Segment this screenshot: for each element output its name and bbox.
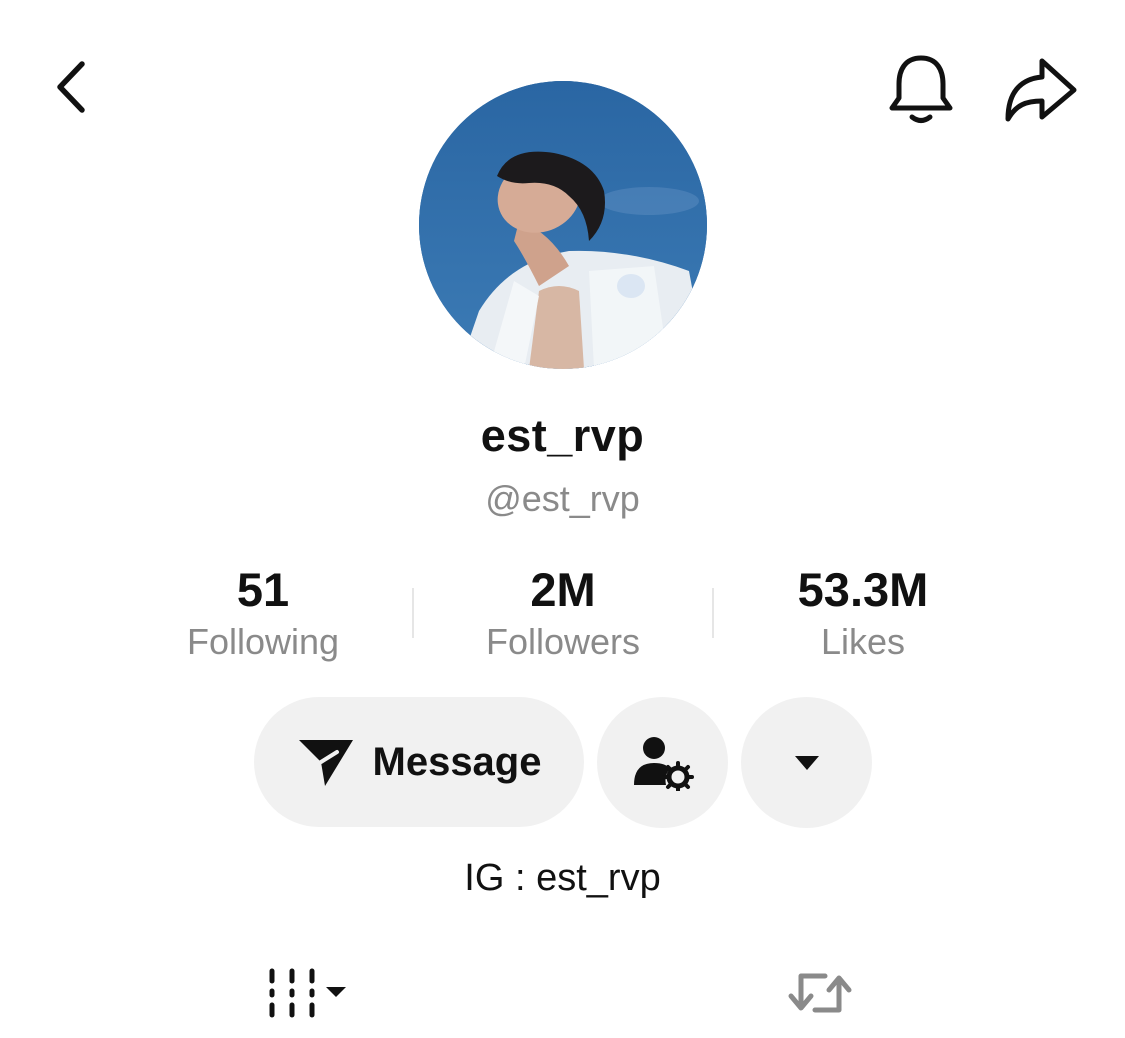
caret-down-icon [794, 755, 819, 770]
grid-lines-icon [269, 968, 346, 1017]
send-icon [298, 740, 353, 786]
likes-count: 53.3M [797, 563, 929, 616]
username-handle: @est_rvp [485, 478, 640, 519]
chevron-left-icon [56, 61, 85, 113]
message-label: Message [372, 739, 542, 784]
notifications-button[interactable] [878, 50, 963, 130]
following-count: 51 [236, 563, 290, 616]
bell-icon [889, 55, 952, 123]
likes-label: Likes [820, 621, 906, 662]
repost-icon [788, 973, 852, 1012]
following-label: Following [186, 621, 340, 662]
followers-label: Followers [485, 621, 641, 662]
back-button[interactable] [30, 50, 105, 125]
followers-count: 2M [530, 563, 596, 616]
share-button[interactable] [995, 50, 1085, 130]
likes-stat[interactable]: 53.3M Likes [713, 562, 1013, 664]
following-stat[interactable]: 51 Following [113, 562, 413, 664]
message-button[interactable]: Message [254, 697, 584, 827]
share-arrow-icon [1005, 58, 1076, 121]
avatar[interactable] [419, 81, 707, 369]
bio-text: IG : est_rvp [464, 857, 661, 899]
friend-settings-button[interactable] [597, 697, 728, 828]
more-options-button[interactable] [741, 697, 872, 828]
followers-stat[interactable]: 2M Followers [413, 562, 713, 664]
profile-photo [419, 81, 707, 369]
tab-reposts[interactable] [770, 955, 870, 1030]
display-name: est_rvp [480, 410, 645, 461]
person-gear-icon [633, 736, 694, 791]
tab-videos[interactable] [255, 955, 365, 1030]
